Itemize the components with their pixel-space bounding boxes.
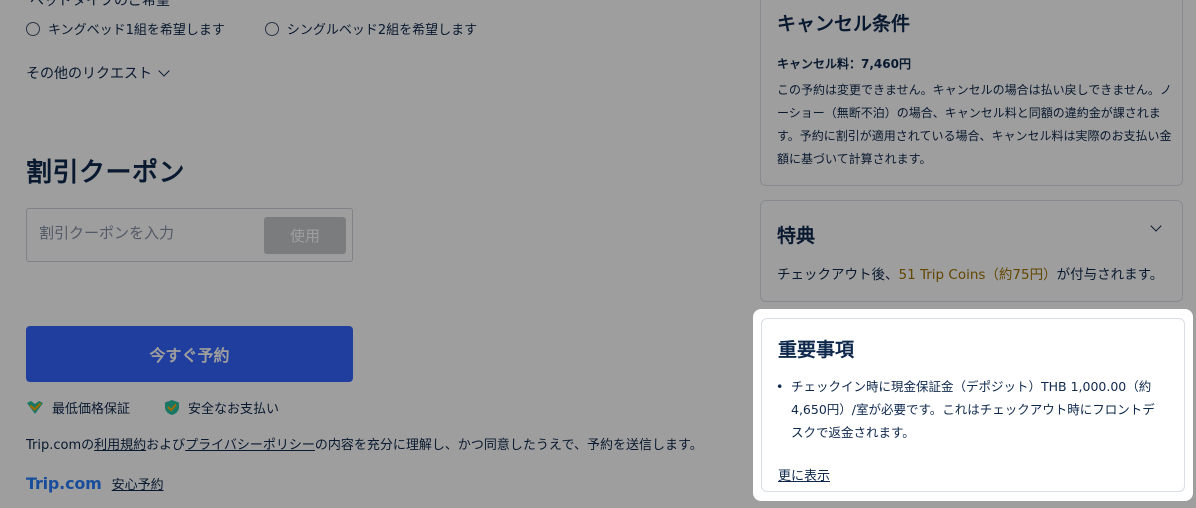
important-notes-highlight: 重要事項 • チェックイン時に現金保証金（デポジット）THB 1,000.00（… xyxy=(753,309,1193,501)
important-notes-card: 重要事項 • チェックイン時に現金保証金（デポジット）THB 1,000.00（… xyxy=(761,318,1185,492)
important-note-text: チェックイン時に現金保証金（デポジット）THB 1,000.00（約4,650円… xyxy=(791,379,1155,440)
show-more-link[interactable]: 更に表示 xyxy=(778,465,830,484)
important-notes-title: 重要事項 xyxy=(778,339,855,361)
list-item: • チェックイン時に現金保証金（デポジット）THB 1,000.00（約4,65… xyxy=(776,375,1166,444)
important-notes-list: • チェックイン時に現金保証金（デポジット）THB 1,000.00（約4,65… xyxy=(776,375,1166,444)
bullet: • xyxy=(776,379,784,394)
